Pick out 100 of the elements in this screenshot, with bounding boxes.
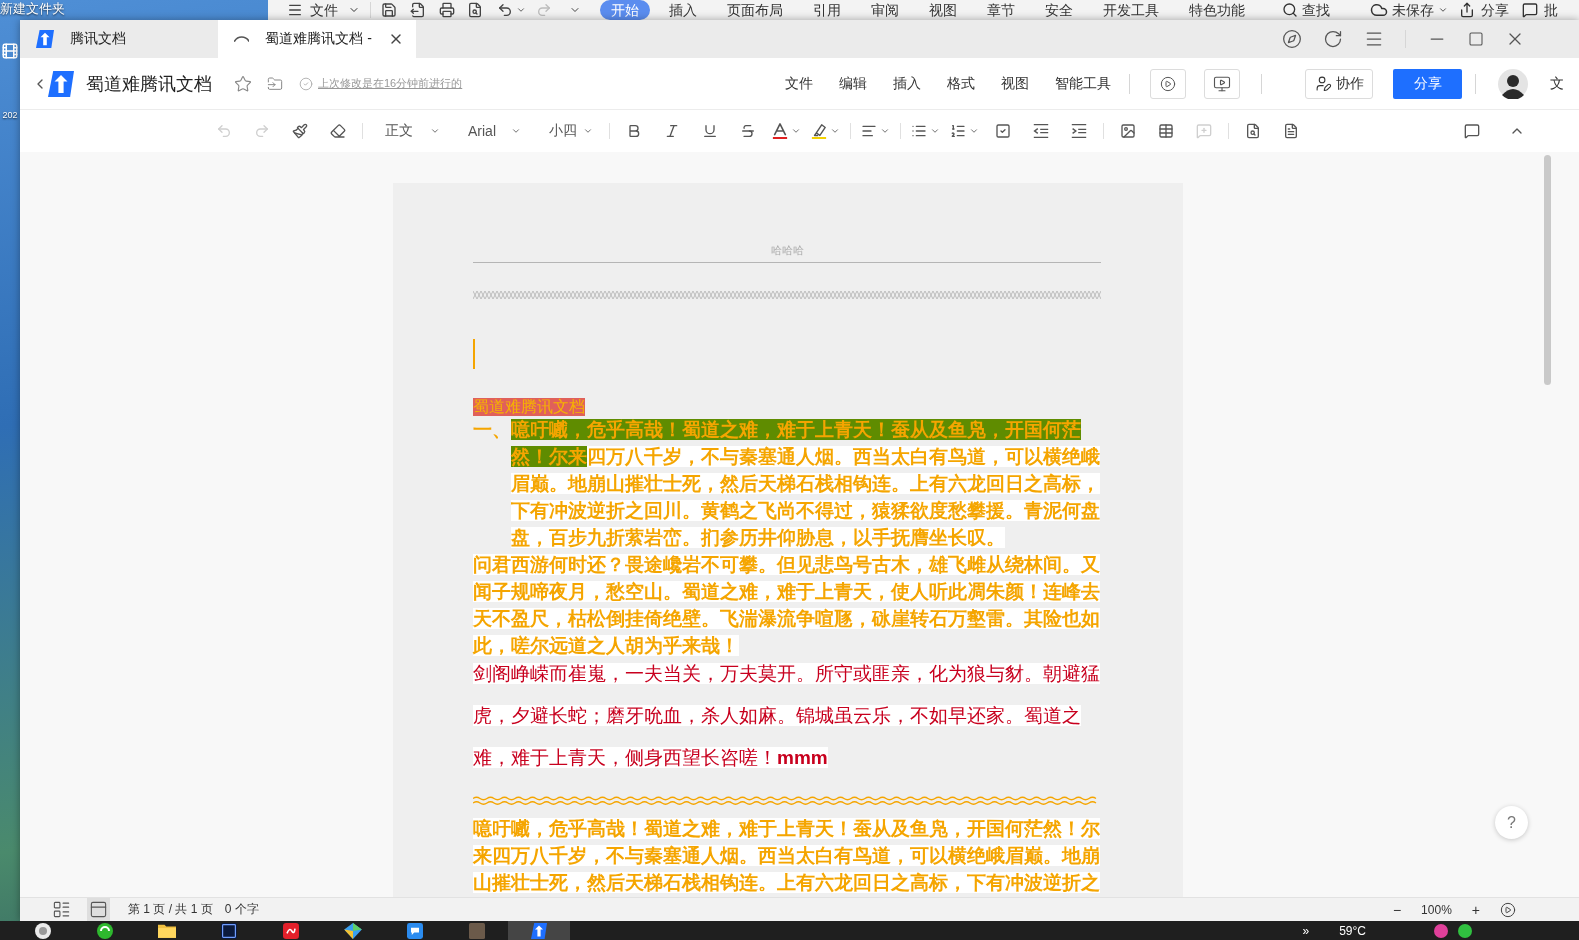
taskbar-button[interactable]: [508, 921, 570, 940]
desktop-icon-label: 202: [2, 110, 18, 121]
star-icon[interactable]: [234, 74, 252, 93]
caret-icon[interactable]: [930, 126, 940, 136]
tray-overflow-button[interactable]: »: [1302, 923, 1310, 938]
docs-logo-icon[interactable]: [531, 922, 547, 939]
paragraph-text: 剑阁峥嵘而崔嵬，一夫当关，万夫莫开。所守或匪亲，化为狼与豺。朝避猛虎，夕避长蛇；磨牙吮血，杀人如麻。锦城虽云乐，不如早还家。蜀道之难，难于上青天，侧身西望长咨嗟！mmm: [473, 661, 1101, 770]
save-status-button[interactable]: 未保存: [1370, 0, 1448, 20]
tray-icon[interactable]: [1458, 923, 1472, 938]
collaborate-button[interactable]: 协作: [1305, 68, 1373, 99]
style-select[interactable]: 正文: [373, 117, 446, 145]
document-icon[interactable]: [1283, 123, 1299, 139]
table-icon[interactable]: [1158, 123, 1174, 139]
search-button[interactable]: 查找: [1282, 0, 1330, 20]
browser-tab[interactable]: 腾讯文档: [20, 20, 218, 58]
caret-icon[interactable]: [791, 126, 801, 136]
menu-icon[interactable]: [287, 2, 303, 18]
bold-icon[interactable]: [626, 123, 642, 139]
share-button[interactable]: 分享: [1393, 68, 1462, 99]
menu-item[interactable]: 视图: [1001, 74, 1029, 93]
presentation-icon: [1213, 74, 1231, 93]
image-icon[interactable]: [1120, 123, 1136, 139]
font-select[interactable]: Arial: [456, 117, 527, 145]
menu-item[interactable]: 编辑: [839, 74, 867, 93]
indent-icon[interactable]: [1071, 123, 1087, 139]
header-text: 哈哈哈: [770, 243, 804, 257]
caret-icon[interactable]: [830, 126, 840, 136]
document-title: 蜀道难腾讯文档: [473, 398, 585, 416]
comment-icon: [1522, 2, 1538, 18]
app-icon[interactable]: [283, 922, 299, 939]
share-button[interactable]: 分享: [1459, 0, 1509, 20]
font-size-select[interactable]: 小四: [537, 117, 599, 145]
printer-icon[interactable]: [439, 2, 455, 18]
search-icon: [1282, 2, 1298, 18]
highlighter-icon[interactable]: [811, 123, 827, 139]
user-edit-icon: [1314, 75, 1332, 92]
app-icon[interactable]: [221, 922, 237, 939]
zoom-out-button[interactable]: −: [1392, 901, 1402, 918]
ribbon-tab[interactable]: 页面布局: [716, 0, 794, 20]
export-icon[interactable]: [410, 2, 426, 18]
ribbon-tab[interactable]: 视图: [918, 0, 968, 20]
file-menu[interactable]: 文件: [310, 0, 360, 20]
compass-icon[interactable]: [1282, 29, 1302, 49]
refresh-icon[interactable]: [1323, 29, 1343, 49]
align-icon[interactable]: [861, 123, 877, 139]
checklist-icon[interactable]: [995, 123, 1011, 139]
desktop-icon-label: 新建文件夹: [0, 1, 65, 16]
word-count: 0 个字: [224, 901, 259, 918]
save-icon[interactable]: [381, 2, 397, 18]
strikethrough-icon[interactable]: [740, 123, 756, 139]
menu-item[interactable]: 文: [1550, 74, 1564, 93]
ribbon-tab[interactable]: 插入: [658, 0, 708, 20]
chat-icon[interactable]: [407, 922, 423, 939]
format-painter-icon[interactable]: [292, 123, 308, 139]
ribbon-tab[interactable]: 开发工具: [1092, 0, 1170, 20]
italic-icon[interactable]: [664, 123, 680, 139]
app-icon[interactable]: [344, 922, 362, 939]
tray-icon[interactable]: [1434, 923, 1448, 938]
menu-item[interactable]: 智能工具: [1055, 74, 1111, 93]
caret-icon[interactable]: [516, 5, 526, 15]
undo-icon[interactable]: [497, 2, 513, 18]
underline-icon[interactable]: [702, 123, 718, 139]
folder-icon[interactable]: [158, 923, 176, 938]
caret-icon: [1438, 5, 1448, 15]
play-icon: [1160, 75, 1176, 92]
comment-button[interactable]: 批: [1522, 0, 1558, 20]
ribbon-tab[interactable]: 审阅: [860, 0, 910, 20]
play-icon[interactable]: [1500, 901, 1516, 918]
avatar[interactable]: [1498, 68, 1528, 99]
list-number: 一、: [473, 418, 511, 442]
browser-tab[interactable]: 蜀道难腾讯文档 -: [218, 20, 416, 58]
move-to-folder-icon[interactable]: [267, 75, 283, 92]
photo-placeholder[interactable]: [469, 922, 485, 939]
ribbon-tab[interactable]: 特色功能: [1178, 0, 1256, 20]
outdent-icon[interactable]: [1033, 123, 1049, 139]
ribbon-tab[interactable]: 引用: [802, 0, 852, 20]
zoom-in-button[interactable]: +: [1471, 901, 1480, 918]
browser-icon[interactable]: [97, 922, 113, 939]
menu-item[interactable]: 文件: [785, 74, 813, 93]
menu-item[interactable]: 格式: [947, 74, 975, 93]
page-view-icon[interactable]: [87, 898, 110, 921]
print-preview-icon[interactable]: [467, 2, 483, 18]
zoom-level: 100%: [1421, 902, 1452, 917]
eraser-icon[interactable]: [330, 123, 346, 139]
font-color-icon[interactable]: [772, 123, 788, 139]
scrollbar-thumb[interactable]: [1543, 155, 1551, 385]
bulleted-list-icon[interactable]: [911, 123, 927, 139]
menu-item[interactable]: 插入: [893, 74, 921, 93]
comment-icon[interactable]: [1464, 123, 1480, 139]
present-button[interactable]: [1204, 68, 1240, 99]
caret-icon[interactable]: [880, 126, 890, 136]
ribbon-tab[interactable]: 安全: [1034, 0, 1084, 20]
ribbon-tab[interactable]: 章节: [976, 0, 1026, 20]
play-button[interactable]: [1150, 68, 1186, 99]
help-button[interactable]: ?: [1495, 806, 1528, 839]
start-icon[interactable]: [35, 922, 51, 939]
caret-icon[interactable]: [969, 126, 979, 136]
numbered-list-icon[interactable]: [950, 123, 966, 139]
find-icon[interactable]: [1245, 123, 1261, 139]
caret-icon: [430, 126, 440, 136]
